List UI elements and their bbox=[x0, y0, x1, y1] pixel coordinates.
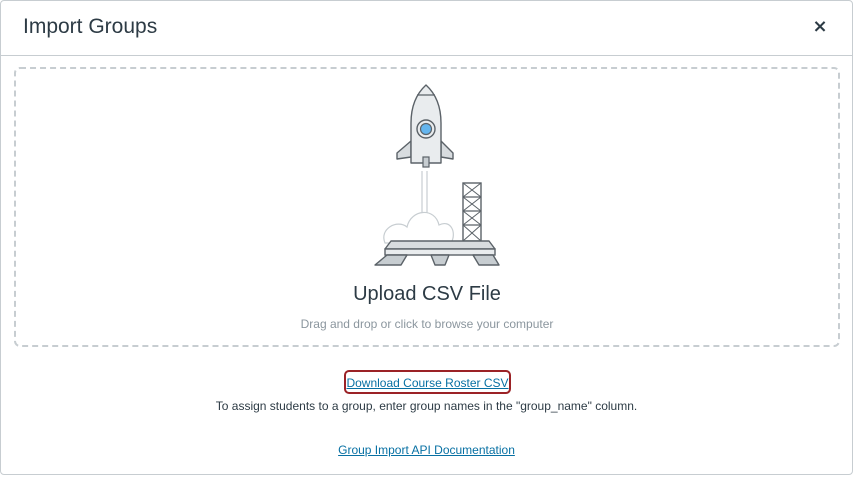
close-button[interactable]: × bbox=[810, 16, 830, 38]
import-groups-dialog: Import Groups × Upload CSV File Drag and… bbox=[0, 0, 853, 475]
rocket-launch-icon bbox=[374, 84, 500, 266]
download-roster-link[interactable]: Download Course Roster CSV bbox=[346, 376, 509, 390]
upload-subtitle: Drag and drop or click to browse your co… bbox=[300, 317, 554, 331]
csv-dropzone[interactable]: Upload CSV File Drag and drop or click t… bbox=[14, 67, 840, 347]
dialog-header: Import Groups × bbox=[1, 1, 852, 56]
dialog-title: Import Groups bbox=[23, 15, 158, 38]
api-link-row: Group Import API Documentation bbox=[1, 441, 852, 459]
instructions-text: To assign students to a group, enter gro… bbox=[215, 399, 638, 413]
roster-link-highlight: Download Course Roster CSV bbox=[344, 370, 511, 394]
api-documentation-link[interactable]: Group Import API Documentation bbox=[338, 443, 515, 457]
upload-title: Upload CSV File bbox=[353, 283, 501, 305]
